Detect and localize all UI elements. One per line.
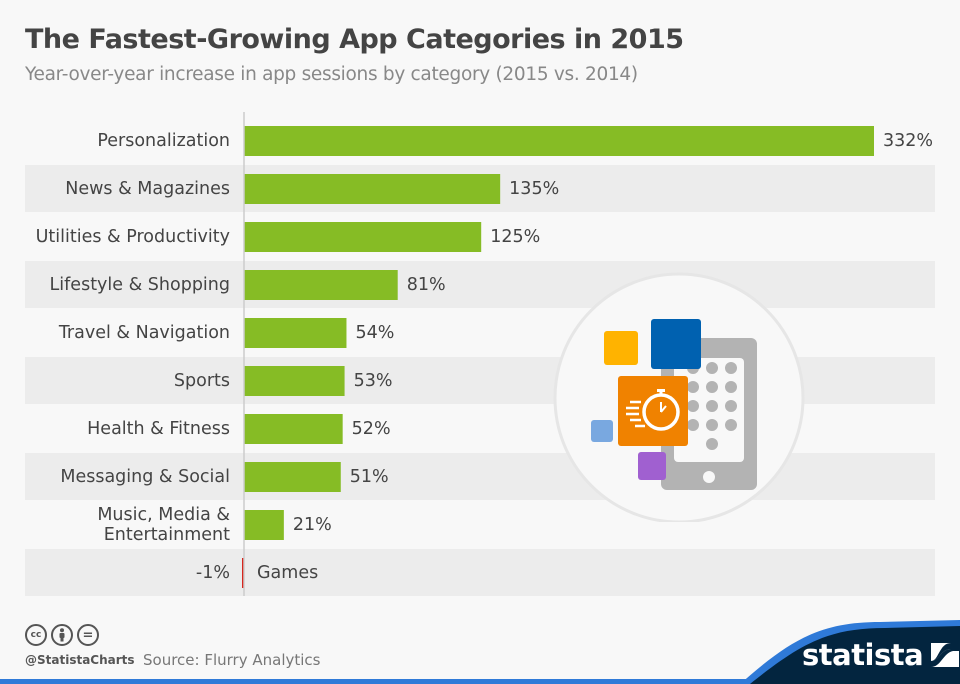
value-label: -1%	[196, 563, 230, 583]
category-label: Messaging & Social	[60, 467, 230, 487]
purple-tile	[638, 452, 666, 480]
phone-dot	[706, 381, 718, 393]
phone-dot	[725, 419, 737, 431]
category-label: Games	[257, 563, 318, 583]
bar	[244, 510, 284, 540]
phone-dot	[706, 438, 718, 450]
bar	[244, 462, 341, 492]
phone-dot	[706, 419, 718, 431]
value-label: 21%	[293, 515, 332, 535]
category-label: Entertainment	[104, 525, 230, 545]
value-label: 53%	[354, 371, 393, 391]
phone-dot	[725, 362, 737, 374]
category-label: Personalization	[97, 131, 230, 151]
bar	[244, 366, 345, 396]
bar-chart: 332% Personalization 135% News & Magazines 1…	[25, 112, 935, 596]
phone-dot	[687, 400, 699, 412]
phone-dot	[725, 400, 737, 412]
value-label: 51%	[350, 467, 389, 487]
category-label: Utilities & Productivity	[36, 227, 230, 247]
twitter-handle[interactable]: @StatistaCharts	[25, 653, 135, 667]
bar	[244, 126, 874, 156]
phone-dot	[725, 381, 737, 393]
value-label: 54%	[355, 323, 394, 343]
license-icons: cc =	[25, 624, 99, 646]
bar	[244, 270, 398, 300]
stopwatch-icon	[618, 376, 688, 446]
value-label: 125%	[490, 227, 540, 247]
row-stripe	[25, 549, 935, 596]
logo-text: statista	[802, 638, 924, 672]
bar	[244, 318, 347, 348]
source-text: Source: Flurry Analytics	[143, 651, 321, 669]
light-blue-tile	[591, 420, 613, 442]
phone-dot	[706, 362, 718, 374]
bar	[244, 414, 343, 444]
statista-logo-icon	[931, 643, 960, 667]
value-label: 81%	[407, 275, 446, 295]
by-icon[interactable]	[51, 624, 73, 646]
category-label: News & Magazines	[65, 179, 230, 199]
category-label: Travel & Navigation	[58, 323, 230, 343]
category-label: Lifestyle & Shopping	[50, 275, 230, 295]
blue-tile	[651, 319, 701, 369]
phone-dot	[706, 400, 718, 412]
value-label: 52%	[352, 419, 391, 439]
bar	[244, 174, 501, 204]
category-label: Sports	[174, 371, 230, 391]
category-label: Music, Media &	[97, 505, 230, 525]
yellow-tile	[604, 331, 638, 365]
bar	[244, 222, 482, 252]
nd-icon[interactable]: =	[77, 624, 99, 646]
cc-icon[interactable]: cc	[25, 624, 47, 646]
phone-dot	[687, 419, 699, 431]
value-label: 135%	[509, 179, 559, 199]
category-label: Health & Fitness	[87, 419, 230, 439]
value-label: 332%	[883, 131, 933, 151]
app-illustration	[553, 272, 805, 522]
phone-dot	[687, 381, 699, 393]
statista-logo[interactable]: statista	[802, 638, 960, 672]
